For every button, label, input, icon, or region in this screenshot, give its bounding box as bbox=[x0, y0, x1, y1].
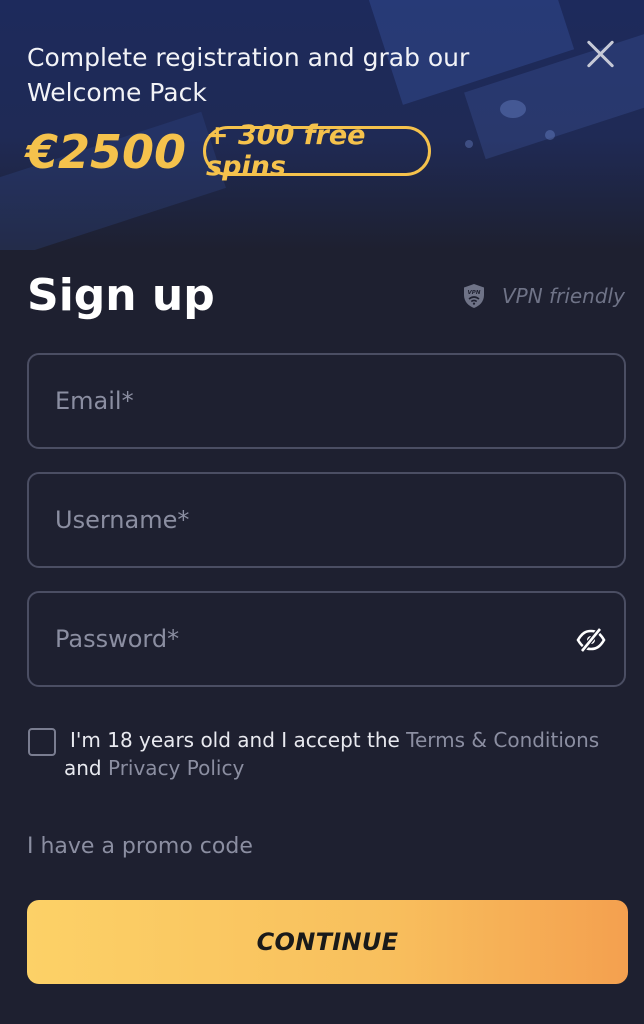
username-input[interactable] bbox=[29, 474, 624, 566]
password-input[interactable] bbox=[29, 593, 624, 685]
banner-bubble bbox=[545, 130, 555, 140]
promo-code-link[interactable]: I have a promo code bbox=[27, 834, 253, 859]
email-field bbox=[27, 353, 626, 449]
shield-icon: VPN bbox=[464, 284, 484, 308]
free-spins-badge: + 300 free spins bbox=[203, 120, 431, 182]
bonus-amount: €2500 bbox=[26, 125, 187, 179]
vpn-friendly-label: VPN friendly bbox=[502, 284, 625, 308]
password-field bbox=[27, 591, 626, 687]
privacy-link[interactable]: Privacy Policy bbox=[108, 756, 244, 780]
email-input[interactable] bbox=[29, 355, 624, 447]
terms-link[interactable]: Terms & Conditions bbox=[406, 728, 599, 752]
age-terms-checkbox[interactable] bbox=[28, 728, 56, 756]
eye-slash-icon bbox=[576, 627, 606, 653]
banner-bubble bbox=[465, 140, 473, 148]
close-button[interactable] bbox=[580, 34, 620, 74]
vpn-friendly-badge: VPN VPN friendly bbox=[462, 282, 625, 310]
username-field bbox=[27, 472, 626, 568]
vpn-icon-text: VPN bbox=[468, 290, 481, 296]
password-visibility-toggle[interactable] bbox=[576, 627, 606, 653]
consent-prefix: I'm 18 years old and I accept the bbox=[70, 728, 407, 752]
consent-joiner: and bbox=[64, 756, 108, 780]
terms-consent-text: I'm 18 years old and I accept the Terms … bbox=[64, 726, 630, 782]
promo-headline: Complete registration and grab our Welco… bbox=[27, 43, 470, 107]
page-title: Sign up bbox=[27, 270, 215, 321]
continue-button[interactable]: CONTINUE bbox=[27, 900, 628, 984]
